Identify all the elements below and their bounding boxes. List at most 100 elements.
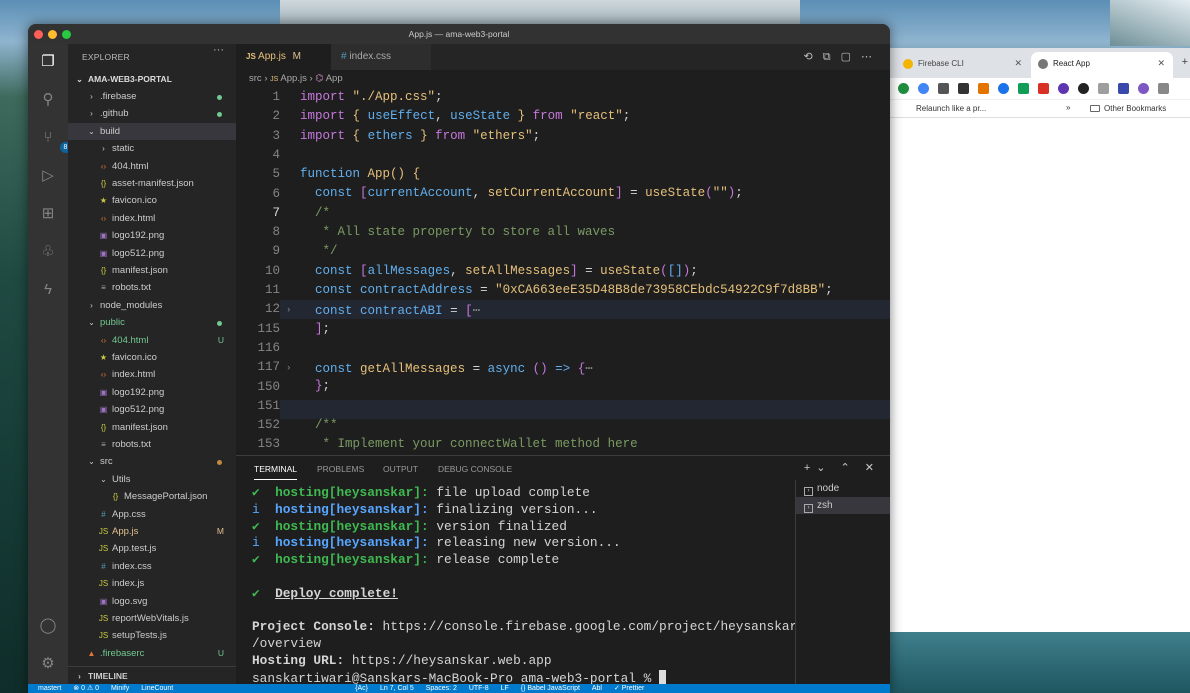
terminal-item-node[interactable]: › node — [796, 480, 890, 497]
file-tree-item[interactable]: # App.css — [68, 506, 236, 524]
status-item[interactable]: Minify — [111, 685, 129, 692]
file-tree-item[interactable]: › node_modules — [68, 297, 236, 315]
file-tree-item[interactable]: ▣ logo.svg — [68, 593, 236, 611]
file-tree-item[interactable]: # index.css — [68, 558, 236, 576]
puzzle-icon[interactable] — [1158, 83, 1169, 94]
file-tree-item[interactable]: › .github — [68, 105, 236, 123]
file-tree-item[interactable]: JS App.js M — [68, 523, 236, 541]
file-tree-item[interactable]: JS setupTests.js — [68, 627, 236, 645]
extension-icon[interactable] — [998, 83, 1009, 94]
files-icon[interactable]: ❐ — [38, 52, 58, 72]
minimize-window-button[interactable] — [48, 30, 57, 39]
breadcrumb-symbol[interactable]: App — [326, 73, 343, 84]
encoding[interactable]: UTF-8 — [469, 685, 489, 692]
file-tree-item[interactable]: ‹› 404.html U — [68, 332, 236, 350]
panel-actions[interactable]: +⌄ ⌃ ✕ — [804, 461, 880, 474]
file-tree-item[interactable]: JS App.test.js — [68, 540, 236, 558]
extension-icon[interactable] — [1058, 83, 1069, 94]
tab-output[interactable]: OUTPUT — [383, 464, 418, 474]
timeline-section[interactable]: › TIMELINE — [68, 666, 236, 684]
console-url-cont[interactable]: /overview — [252, 636, 321, 651]
file-tree-item[interactable]: {} MessagePortal.json — [68, 488, 236, 506]
indentation[interactable]: Spaces: 2 — [426, 685, 457, 692]
bookmarks-chevron-icon[interactable]: » — [1066, 103, 1070, 112]
file-tree-item[interactable]: {} manifest.json — [68, 419, 236, 437]
file-tree-item[interactable]: ‹› 404.html — [68, 158, 236, 176]
run-debug-icon[interactable]: ▷ — [38, 166, 58, 186]
chevron-right-icon[interactable]: › — [286, 305, 291, 315]
status-item[interactable]: {Ac} — [355, 685, 368, 692]
code-view[interactable]: 1 2 3 4 5 6 7 8 9 10 11 12 115 116 117 150 151 152 153 imp… — [236, 88, 890, 455]
maximize-window-button[interactable] — [62, 30, 71, 39]
file-tree-item[interactable]: ≡ robots.txt — [68, 279, 236, 297]
file-tree-item[interactable]: ‹› index.html — [68, 366, 236, 384]
file-tree-item[interactable]: ▲ .firebaserc U — [68, 645, 236, 663]
chrome-tab-react[interactable]: React App ✕ — [1031, 52, 1173, 78]
file-tree-item[interactable]: ★ favicon.ico — [68, 349, 236, 367]
hosting-url[interactable]: https://heysanskar.web.app — [344, 653, 552, 668]
breadcrumb-src[interactable]: src — [249, 73, 262, 84]
file-tree-item[interactable]: ≡ robots.txt — [68, 436, 236, 454]
extension-icon[interactable] — [958, 83, 969, 94]
chevron-right-icon[interactable]: › — [286, 363, 291, 373]
file-tree-item[interactable]: ⌄ src — [68, 453, 236, 471]
tab-debug-console[interactable]: DEBUG CONSOLE — [438, 464, 512, 474]
file-tree-item[interactable]: ‹› index.html — [68, 210, 236, 228]
search-icon[interactable]: ⚲ — [38, 90, 58, 110]
extension-icon[interactable] — [918, 83, 929, 94]
project-folder[interactable]: ⌄ AMA-WEB3-PORTAL — [68, 70, 236, 88]
file-tree-item[interactable]: ▣ logo192.png — [68, 384, 236, 402]
account-icon[interactable]: ◯ — [38, 616, 58, 636]
status-item[interactable]: Abl — [592, 685, 602, 692]
breadcrumb-file[interactable]: App.js — [280, 73, 306, 84]
file-tree-item[interactable]: ⌄ Utils — [68, 471, 236, 489]
metamask-icon[interactable] — [978, 83, 989, 94]
file-tree-item[interactable]: ▣ logo512.png — [68, 401, 236, 419]
chrome-tab-firebase[interactable]: Firebase CLI ✕ — [896, 52, 1030, 78]
line-ending[interactable]: LF — [501, 685, 509, 692]
status-item[interactable]: LineCount — [141, 685, 173, 692]
extension-icon[interactable] — [898, 83, 909, 94]
bolt-icon[interactable]: ϟ — [38, 280, 58, 300]
tab-index-css[interactable]: # index.css — [331, 44, 431, 70]
more-icon[interactable]: ··· — [213, 44, 224, 56]
file-tree-item[interactable]: JS index.js — [68, 575, 236, 593]
tree-icon[interactable]: ♧ — [38, 242, 58, 262]
file-tree-item[interactable]: › static — [68, 140, 236, 158]
tab-problems[interactable]: PROBLEMS — [317, 464, 364, 474]
other-bookmarks[interactable]: Other Bookmarks — [1090, 104, 1166, 113]
source-control-icon[interactable]: ⑂ 8 — [38, 128, 71, 153]
console-url[interactable]: https://console.firebase.google.com/proj… — [375, 619, 798, 634]
terminal-item-zsh[interactable]: › zsh — [796, 497, 890, 514]
extensions-icon[interactable]: ⊞ — [38, 204, 58, 224]
tab-terminal[interactable]: TERMINAL — [254, 464, 297, 480]
file-tree-item[interactable]: {} manifest.json — [68, 262, 236, 280]
tab-app-js[interactable]: JS App.js M — [236, 44, 331, 70]
language-mode[interactable]: {} Babel JavaScript — [521, 685, 580, 692]
file-tree-item[interactable]: ★ favicon.ico — [68, 192, 236, 210]
file-tree-item[interactable]: › .firebase — [68, 88, 236, 106]
file-tree-item[interactable]: ▣ logo192.png — [68, 227, 236, 245]
prettier-status[interactable]: ✓ Prettier — [614, 685, 644, 692]
gear-icon[interactable]: ⚙ — [38, 654, 58, 674]
file-tree-item[interactable]: ⌄ public — [68, 314, 236, 332]
cursor-position[interactable]: Ln 7, Col 5 — [380, 685, 414, 692]
close-icon[interactable]: ✕ — [1014, 58, 1022, 69]
editor-actions[interactable]: ⟲⧉▢⋯ — [804, 50, 882, 64]
file-tree-item[interactable]: ⌄ build — [68, 122, 236, 141]
extension-icon[interactable] — [1138, 83, 1149, 94]
branch-indicator[interactable]: mastert — [38, 685, 61, 692]
extension-icon[interactable] — [1098, 83, 1109, 94]
terminal-output[interactable]: ✔ hosting[heysanskar]: file upload compl… — [252, 485, 797, 687]
extension-icon[interactable] — [1018, 83, 1029, 94]
file-tree-item[interactable]: {} asset-manifest.json — [68, 175, 236, 193]
extension-icon[interactable] — [1038, 83, 1049, 94]
file-tree-item[interactable]: JS reportWebVitals.js — [68, 610, 236, 628]
extension-icon[interactable] — [938, 83, 949, 94]
bookmark-item[interactable]: Relaunch like a pr... — [916, 104, 986, 113]
extension-icon[interactable] — [1078, 83, 1089, 94]
extension-icon[interactable] — [1118, 83, 1129, 94]
problems-indicator[interactable]: ⊗ 0 ⚠ 0 — [73, 685, 99, 692]
close-window-button[interactable] — [34, 30, 43, 39]
file-tree-item[interactable]: ▣ logo512.png — [68, 245, 236, 263]
